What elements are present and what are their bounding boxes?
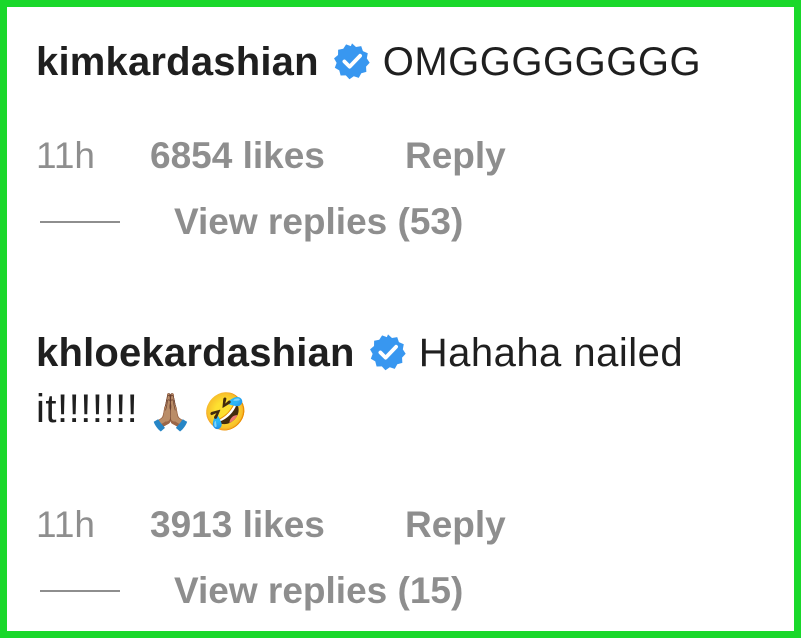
comment-meta: 11h 3913 likes Reply (36, 503, 776, 547)
reply-button[interactable]: Reply (405, 503, 506, 547)
folded-hands-emoji-icon: 🙏🏽 (148, 392, 194, 433)
view-replies-link[interactable]: View replies (15) (174, 570, 463, 612)
comment-timestamp: 11h (36, 504, 95, 545)
view-replies-link[interactable]: View replies (53) (174, 201, 463, 243)
comment-likes-count[interactable]: 6854 likes (150, 134, 405, 178)
view-replies-row[interactable]: View replies (53) (36, 200, 776, 244)
comment-username[interactable]: kimkardashian (36, 40, 319, 84)
view-replies-row[interactable]: View replies (15) (36, 569, 776, 613)
comment-text-line: khloekardashian Hahaha nailed it!!!!!!! 🙏… (36, 325, 776, 441)
comment-text-line: kimkardashian OMGGGGGGGG (36, 34, 776, 90)
comment-likes-count[interactable]: 3913 likes (150, 503, 405, 547)
rolling-laughing-emoji-icon: 🤣 (203, 392, 248, 433)
comment: khloekardashian Hahaha nailed it!!!!!!! 🙏… (36, 325, 776, 613)
replies-divider-line (40, 221, 120, 223)
reply-button[interactable]: Reply (405, 134, 506, 178)
comment-body: OMGGGGGGGG (382, 40, 702, 84)
comment-username[interactable]: khloekardashian (36, 331, 355, 375)
comment: kimkardashian OMGGGGGGGG 11h 6854 likes … (36, 34, 776, 244)
screenshot-frame: kimkardashian OMGGGGGGGG 11h 6854 likes … (0, 0, 801, 638)
replies-divider-line (40, 590, 120, 592)
comment-timestamp: 11h (36, 135, 95, 176)
verified-badge-icon (333, 43, 370, 80)
verified-badge-icon (369, 334, 406, 371)
comment-meta: 11h 6854 likes Reply (36, 134, 776, 178)
